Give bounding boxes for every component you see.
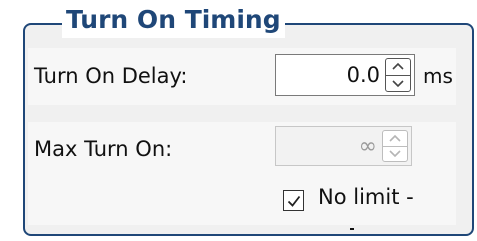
checkmark-icon [287,195,300,207]
turn-on-delay-spin-buttons [385,58,411,92]
clipped-text-fragment [350,228,354,230]
max-turn-on-decrement-button[interactable] [383,145,407,162]
chevron-up-icon [392,63,404,70]
max-turn-on-increment-button[interactable] [383,131,407,146]
chevron-down-icon [389,150,401,158]
turn-on-delay-increment-button[interactable] [386,59,410,75]
max-turn-on-spinbox[interactable]: ∞ [275,126,412,166]
max-turn-on-value[interactable]: ∞ [359,127,377,165]
max-turn-on-spin-buttons [382,130,408,162]
chevron-up-icon [389,134,401,142]
turn-on-delay-label: Turn On Delay: [34,64,188,88]
turn-on-timing-panel: Turn On Timing Turn On Delay: 0.0 ms Max… [0,0,477,241]
no-limit-checkbox[interactable] [283,190,304,211]
max-turn-on-label: Max Turn On: [34,137,173,161]
turn-on-delay-decrement-button[interactable] [386,74,410,92]
chevron-down-icon [392,80,404,87]
turn-on-delay-unit: ms [423,64,453,88]
no-limit-label[interactable]: No limit - [318,185,414,209]
group-title: Turn On Timing [62,2,285,38]
turn-on-delay-value[interactable]: 0.0 [347,55,380,95]
turn-on-delay-spinbox[interactable]: 0.0 [275,54,415,96]
